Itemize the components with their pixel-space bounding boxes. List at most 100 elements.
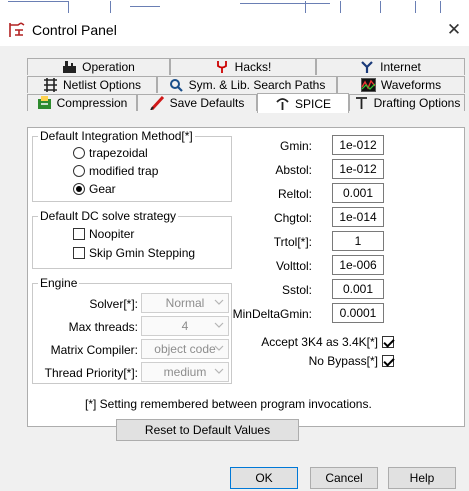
dc-solve-strategy-legend: Default DC solve strategy xyxy=(38,209,179,223)
trtol-value: 1 xyxy=(354,234,362,248)
reltol-field[interactable]: 0.001 xyxy=(332,183,384,203)
tab-operation[interactable]: Operation xyxy=(27,58,170,75)
tab-netlist-options-label: Netlist Options xyxy=(62,78,142,92)
integration-method-legend: Default Integration Method[*] xyxy=(38,129,195,143)
radio-gear[interactable]: Gear xyxy=(73,182,116,196)
radio-trapezoidal[interactable]: trapezoidal xyxy=(73,146,148,160)
no-bypass-checkbox[interactable] xyxy=(382,355,394,367)
abstol-value: 1e-012 xyxy=(339,162,377,176)
max-threads-label: Max threads: xyxy=(68,320,138,334)
no-bypass-row[interactable]: No Bypass[*] xyxy=(309,354,394,368)
tab-spice-label: SPICE xyxy=(294,96,331,111)
tab-drafting-options[interactable]: Drafting Options xyxy=(349,94,465,111)
drafting-icon xyxy=(355,97,367,109)
reltol-label: Reltol: xyxy=(277,187,312,201)
thread-priority-label: Thread Priority[*]: xyxy=(44,366,138,380)
noopiter-label: Noopiter xyxy=(89,227,135,241)
chgtol-value: 1e-014 xyxy=(339,210,377,224)
tab-operation-label: Operation xyxy=(82,60,135,74)
reset-defaults-button[interactable]: Reset to Default Values xyxy=(116,419,299,441)
noopiter-checkbox[interactable] xyxy=(73,228,85,240)
radio-modified-trap[interactable]: modified trap xyxy=(73,164,158,178)
sstol-label: Sstol: xyxy=(281,283,312,297)
close-button[interactable]: ✕ xyxy=(439,14,469,46)
hacks-icon xyxy=(216,61,227,73)
max-threads-value: 4 xyxy=(181,319,189,333)
sstol-value: 0.001 xyxy=(342,282,374,296)
tab-hacks-label: Hacks! xyxy=(234,60,272,74)
solver-select[interactable]: Normal xyxy=(141,293,229,313)
tab-search-paths[interactable]: Sym. & Lib. Search Paths xyxy=(157,76,337,93)
max-threads-select[interactable]: 4 xyxy=(141,316,229,336)
control-panel-dialog: Control Panel ✕ Operation Hacks! Interne… xyxy=(0,14,469,491)
tab-netlist-options[interactable]: Netlist Options xyxy=(27,76,157,93)
persistence-note: [*] Setting remembered between program i… xyxy=(85,397,372,411)
skip-gmin-checkbox-row[interactable]: Skip Gmin Stepping xyxy=(73,246,195,260)
radio-button[interactable] xyxy=(73,147,85,159)
volttol-value: 1e-006 xyxy=(339,258,377,272)
chevron-down-icon xyxy=(214,322,224,328)
cancel-button[interactable]: Cancel xyxy=(310,467,378,489)
matrix-compiler-label: Matrix Compiler: xyxy=(50,343,138,357)
tab-spice[interactable]: SPICE xyxy=(257,93,349,113)
sstol-field[interactable]: 0.001 xyxy=(332,279,384,299)
chevron-down-icon xyxy=(214,299,224,305)
solver-value: Normal xyxy=(165,296,205,310)
tab-drafting-options-label: Drafting Options xyxy=(373,96,461,110)
tab-save-defaults-label: Save Defaults xyxy=(169,96,245,110)
save-defaults-icon xyxy=(149,96,164,110)
gmin-field[interactable]: 1e-012 xyxy=(332,135,384,155)
window-title: Control Panel xyxy=(32,22,117,38)
chevron-down-icon xyxy=(214,368,224,374)
radio-button[interactable] xyxy=(73,165,85,177)
operation-icon xyxy=(63,61,77,73)
accept-3k4-checkbox[interactable] xyxy=(382,336,394,348)
waveforms-icon xyxy=(360,78,376,92)
engine-legend: Engine xyxy=(38,276,80,290)
help-button[interactable]: Help xyxy=(388,467,456,489)
chgtol-label: Chgtol: xyxy=(273,211,312,225)
chgtol-field[interactable]: 1e-014 xyxy=(332,207,384,227)
tab-waveforms[interactable]: Waveforms xyxy=(337,76,465,93)
radio-modified-trap-label: modified trap xyxy=(89,164,159,178)
chevron-down-icon xyxy=(214,345,224,351)
tab-internet-label: Internet xyxy=(380,60,421,74)
close-icon: ✕ xyxy=(446,20,462,39)
accept-3k4-row[interactable]: Accept 3K4 as 3.4K[*] xyxy=(261,335,394,349)
app-logo-icon xyxy=(9,22,25,37)
tab-compression[interactable]: Compression xyxy=(27,94,137,111)
reset-defaults-label: Reset to Default Values xyxy=(144,423,271,437)
no-bypass-label: No Bypass[*] xyxy=(308,354,378,368)
noopiter-checkbox-row[interactable]: Noopiter xyxy=(73,227,134,241)
tab-internet[interactable]: Internet xyxy=(316,58,465,75)
solver-label: Solver[*]: xyxy=(89,297,138,311)
trtol-field[interactable]: 1 xyxy=(332,231,384,251)
radio-trapezoidal-label: trapezoidal xyxy=(89,146,148,160)
background-schematic xyxy=(0,0,469,14)
mindeltagmin-field[interactable]: 0.0001 xyxy=(332,303,384,323)
title-bar: Control Panel ✕ xyxy=(0,14,469,46)
skip-gmin-checkbox[interactable] xyxy=(73,247,85,259)
volttol-field[interactable]: 1e-006 xyxy=(332,255,384,275)
tab-waveforms-label: Waveforms xyxy=(380,78,442,92)
matrix-compiler-select[interactable]: object code xyxy=(141,339,229,359)
cancel-label: Cancel xyxy=(325,471,363,485)
reltol-value: 0.001 xyxy=(342,186,374,200)
tab-hacks[interactable]: Hacks! xyxy=(170,58,316,75)
netlist-icon xyxy=(43,78,57,92)
tab-search-paths-label: Sym. & Lib. Search Paths xyxy=(188,78,326,92)
abstol-field[interactable]: 1e-012 xyxy=(332,159,384,179)
tab-save-defaults[interactable]: Save Defaults xyxy=(137,94,257,111)
thread-priority-value: medium xyxy=(163,365,207,379)
thread-priority-select[interactable]: medium xyxy=(141,362,229,382)
mindeltagmin-label: MinDeltaGmin: xyxy=(232,307,312,321)
spice-icon xyxy=(276,97,289,110)
mindeltagmin-value: 0.0001 xyxy=(339,306,377,320)
gmin-label: Gmin: xyxy=(279,139,312,153)
volttol-label: Volttol: xyxy=(275,259,312,273)
trtol-label: Trtol[*]: xyxy=(273,235,312,249)
radio-button-selected[interactable] xyxy=(73,183,85,195)
ok-button[interactable]: OK xyxy=(230,467,298,489)
search-icon xyxy=(169,79,183,92)
internet-icon xyxy=(361,61,373,73)
